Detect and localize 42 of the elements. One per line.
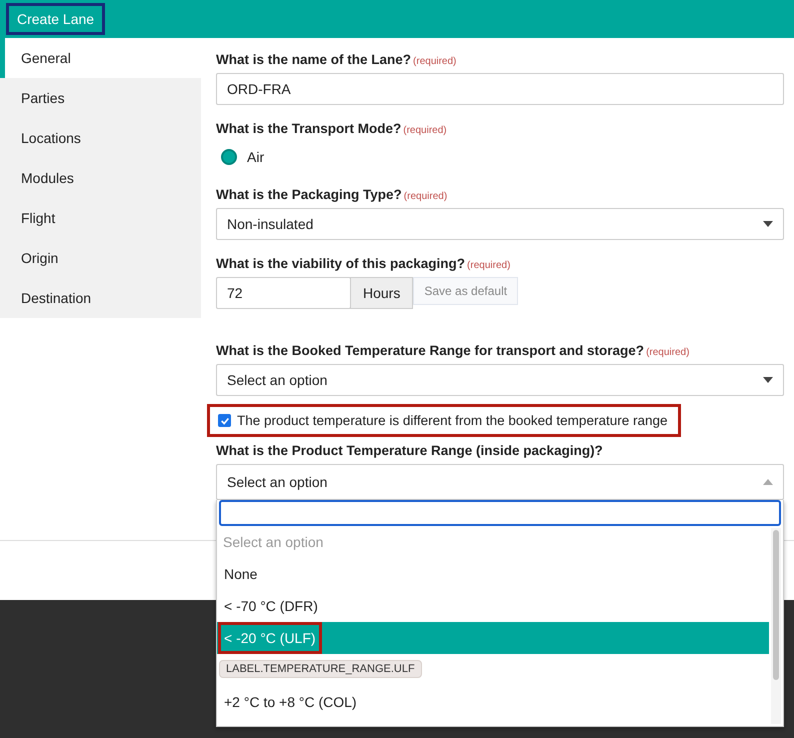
input-field[interactable]: 72 xyxy=(216,277,351,309)
field-label: What is the viability of this packaging? xyxy=(216,256,466,271)
option-label: +2 °C to +8 °C (COL) xyxy=(223,693,358,712)
field-label: What is the name of the Lane? xyxy=(216,52,412,67)
unit-addon: Hours xyxy=(350,277,414,309)
dropdown-option[interactable]: < -70 °C (DFR) xyxy=(217,590,769,622)
select-dropdown[interactable]: Select an option xyxy=(216,464,784,500)
dropdown-option[interactable]: +2 °C to +8 °C (COL) xyxy=(217,686,769,718)
caret-icon xyxy=(763,479,773,485)
field-label: What is the Booked Temperature Range for transport and storage? xyxy=(216,343,644,358)
select-dropdown[interactable]: Non-insulated xyxy=(216,208,784,240)
select-dropdown[interactable]: Select an option xyxy=(216,364,784,396)
input-field[interactable]: ORD-FRA xyxy=(216,73,784,105)
field-label: What is the Packaging Type? xyxy=(216,187,402,202)
required-note: (required) xyxy=(403,125,447,136)
caret-icon xyxy=(763,377,773,383)
tooltip: LABEL.TEMPERATURE_RANGE.ULF xyxy=(219,660,422,678)
caret-icon xyxy=(763,221,773,227)
radio-label: Air xyxy=(247,149,264,165)
sidebar-tab[interactable]: Parties xyxy=(0,78,201,118)
sidebar-tab[interactable]: Flight xyxy=(0,198,201,238)
dropdown-option[interactable]: None xyxy=(217,558,769,590)
option-label: < -70 °C (DFR) xyxy=(223,597,319,616)
radio-button[interactable] xyxy=(221,149,237,165)
window-title: Create Lane xyxy=(6,3,106,35)
sidebar-tab[interactable]: General xyxy=(0,38,201,78)
checkbox[interactable] xyxy=(218,414,231,427)
option-label: None xyxy=(223,565,258,584)
sidebar-tab[interactable]: Origin xyxy=(0,238,201,278)
field-label: What is the Transport Mode? xyxy=(216,121,402,136)
option-label: < -20 °C (ULF) xyxy=(218,622,322,654)
sidebar-tab[interactable]: Locations xyxy=(0,118,201,158)
search-field[interactable] xyxy=(219,500,781,526)
field-label: What is the Product Temperature Range (inside packaging)? xyxy=(216,443,603,458)
required-note: (required) xyxy=(404,191,448,202)
scrollbar[interactable] xyxy=(771,528,781,724)
required-note: (required) xyxy=(413,56,456,67)
required-note: (required) xyxy=(646,347,690,358)
sidebar-tab[interactable]: Destination xyxy=(0,278,201,318)
checkbox-label: The product temperature is different from the booked temperature range xyxy=(237,413,668,428)
required-note: (required) xyxy=(467,260,510,271)
sidebar-tab[interactable]: Modules xyxy=(0,158,201,198)
